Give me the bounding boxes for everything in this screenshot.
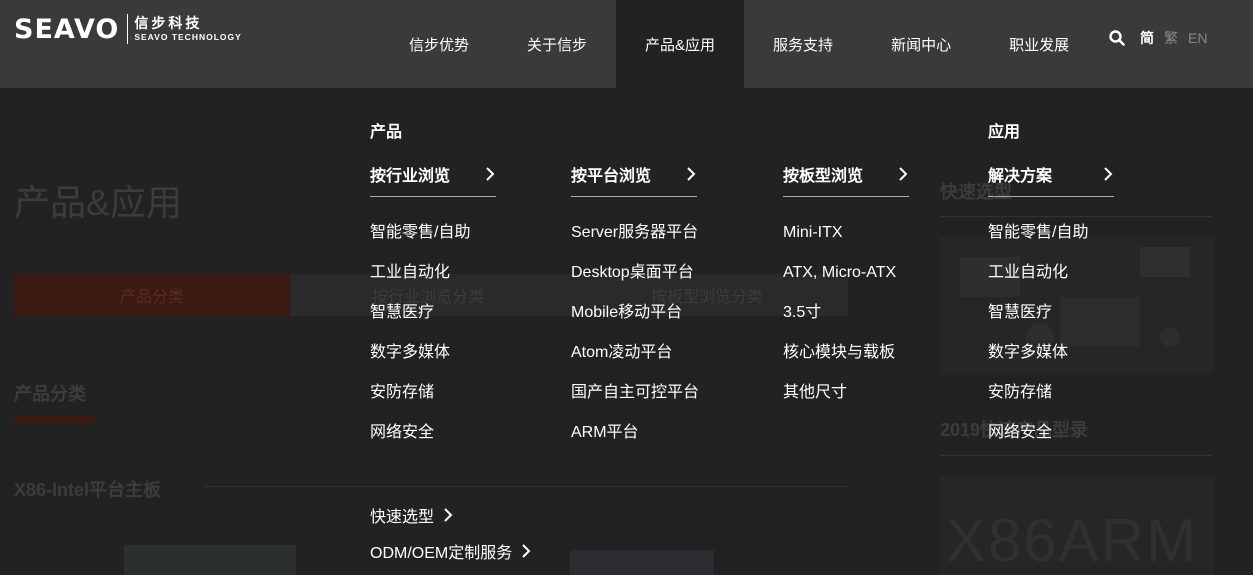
chevron-right-icon	[899, 167, 908, 181]
menu-item-3-5-inch[interactable]: 3.5寸	[783, 300, 909, 340]
solutions-label: 解决方案	[988, 168, 1053, 185]
group-label-applications: 应用	[988, 124, 1021, 141]
browse-by-board[interactable]: 按板型浏览	[783, 161, 909, 187]
nav-item-careers[interactable]: 职业发展	[980, 0, 1098, 88]
menu-item-mini-itx[interactable]: Mini-ITX	[783, 220, 909, 260]
column-rule	[370, 196, 496, 197]
industry-list: 智能零售/自助 工业自动化 智慧医疗 数字多媒体 安防存储 网络安全	[370, 220, 496, 460]
nav-item-news[interactable]: 新闻中心	[862, 0, 980, 88]
menu-item-mobile[interactable]: Mobile移动平台	[571, 300, 697, 340]
menu-column-industry: 产品 按行业浏览 智能零售/自助 工业自动化 智慧医疗 数字多媒体 安防存储 网…	[370, 121, 496, 460]
group-label-products: 产品	[370, 124, 403, 141]
lang-english[interactable]: EN	[1188, 30, 1207, 46]
menu-item-medical[interactable]: 智慧医疗	[988, 300, 1114, 340]
chevron-right-icon	[687, 167, 696, 181]
nav-item-products[interactable]: 产品&应用	[616, 0, 745, 88]
menu-item-network-security[interactable]: 网络安全	[370, 420, 496, 460]
menu-item-domestic[interactable]: 国产自主可控平台	[571, 380, 699, 420]
browse-by-platform[interactable]: 按平台浏览	[571, 161, 697, 187]
nav-item-advantage[interactable]: 信步优势	[380, 0, 498, 88]
column-rule	[783, 196, 909, 197]
menu-item-atx[interactable]: ATX, Micro-ATX	[783, 260, 909, 300]
menu-item-security-storage[interactable]: 安防存储	[988, 380, 1114, 420]
browse-by-industry[interactable]: 按行业浏览	[370, 161, 496, 187]
products-dropdown: 产品 按行业浏览 智能零售/自助 工业自动化 智慧医疗 数字多媒体 安防存储 网…	[0, 88, 1253, 575]
solutions-list: 智能零售/自助 工业自动化 智慧医疗 数字多媒体 安防存储 网络安全	[988, 220, 1114, 460]
chevron-right-icon	[1104, 167, 1113, 181]
browse-by-industry-label: 按行业浏览	[370, 168, 451, 185]
menu-item-core-module[interactable]: 核心模块与载板	[783, 340, 909, 380]
header-tools: 简 繁 EN	[1108, 26, 1217, 50]
menu-column-solutions: 应用 解决方案 智能零售/自助 工业自动化 智慧医疗 数字多媒体 安防存储 网络…	[988, 121, 1114, 460]
solutions[interactable]: 解决方案	[988, 161, 1114, 187]
menu-item-retail[interactable]: 智能零售/自助	[988, 220, 1114, 260]
logo-separator	[127, 14, 129, 44]
menu-item-other-size[interactable]: 其他尺寸	[783, 380, 909, 420]
menu-item-security-storage[interactable]: 安防存储	[370, 380, 496, 420]
quick-select-label: 快速选型	[370, 509, 435, 526]
column-rule	[988, 196, 1114, 197]
menu-item-multimedia[interactable]: 数字多媒体	[988, 340, 1114, 380]
menu-item-industrial[interactable]: 工业自动化	[370, 260, 496, 300]
menu-item-server[interactable]: Server服务器平台	[571, 220, 698, 260]
odm-oem-label: ODM/OEM定制服务	[370, 545, 513, 562]
logo-en: SEAVO TECHNOLOGY	[134, 32, 242, 43]
odm-oem-link[interactable]: ODM/OEM定制服务	[370, 539, 532, 563]
menu-item-arm[interactable]: ARM平台	[571, 420, 697, 460]
menu-item-network-security[interactable]: 网络安全	[988, 420, 1114, 460]
board-list: Mini-ITX ATX, Micro-ATX 3.5寸 核心模块与载板 其他尺…	[783, 220, 909, 420]
menu-item-industrial[interactable]: 工业自动化	[988, 260, 1114, 300]
chevron-right-icon	[486, 167, 495, 181]
lang-traditional[interactable]: 繁	[1164, 28, 1178, 48]
logo-text: 信步科技 SEAVO TECHNOLOGY	[134, 16, 241, 42]
lang-simplified[interactable]: 简	[1140, 28, 1154, 48]
column-rule	[571, 196, 697, 197]
menu-item-retail[interactable]: 智能零售/自助	[370, 220, 496, 260]
menu-item-multimedia[interactable]: 数字多媒体	[370, 340, 496, 380]
menu-item-atom[interactable]: Atom凌动平台	[571, 340, 697, 380]
logo[interactable]: SEAVO 信步科技 SEAVO TECHNOLOGY	[14, 9, 242, 49]
logo-cn: 信步科技	[134, 15, 203, 32]
chevron-right-icon	[444, 508, 453, 522]
main-nav: 信步优势 关于信步 产品&应用 服务支持 新闻中心 职业发展	[380, 0, 1098, 88]
menu-column-platform: 按平台浏览 Server服务器平台 Desktop桌面平台 Mobile移动平台…	[571, 161, 699, 460]
platform-list: Server服务器平台 Desktop桌面平台 Mobile移动平台 Atom凌…	[571, 220, 699, 460]
nav-item-about[interactable]: 关于信步	[498, 0, 616, 88]
chevron-right-icon	[522, 544, 531, 558]
browse-by-platform-label: 按平台浏览	[571, 168, 652, 185]
logo-mark: SEAVO	[14, 13, 120, 45]
menu-item-medical[interactable]: 智慧医疗	[370, 300, 496, 340]
nav-item-service[interactable]: 服务支持	[744, 0, 862, 88]
menu-item-desktop[interactable]: Desktop桌面平台	[571, 260, 697, 300]
quick-select-link[interactable]: 快速选型	[370, 503, 454, 527]
menu-column-board: 按板型浏览 Mini-ITX ATX, Micro-ATX 3.5寸 核心模块与…	[783, 161, 909, 420]
search-icon[interactable]	[1108, 29, 1126, 47]
browse-by-board-label: 按板型浏览	[783, 168, 864, 185]
site-header: SEAVO 信步科技 SEAVO TECHNOLOGY 信步优势 关于信步 产品…	[0, 0, 1253, 88]
